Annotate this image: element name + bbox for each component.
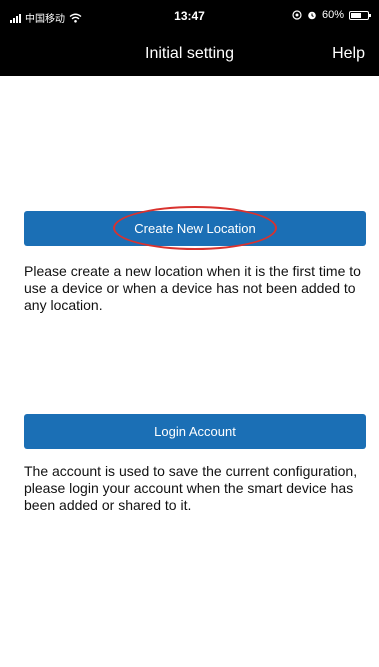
create-location-description: Please create a new location when it is … xyxy=(24,263,361,313)
battery-icon xyxy=(349,10,371,20)
status-right: 60% xyxy=(292,9,371,21)
battery-level xyxy=(351,12,361,18)
create-new-location-button[interactable]: Create New Location xyxy=(24,211,366,246)
nav-bar: Initial setting Help xyxy=(0,34,379,76)
help-button[interactable]: Help xyxy=(332,45,365,63)
initial-setting-screen: 中国移动 13:47 60% Initial setting Help Crea… xyxy=(0,0,379,667)
status-bar: 中国移动 13:47 60% xyxy=(0,0,379,34)
battery-percent: 60% xyxy=(321,9,344,21)
login-account-description: The account is used to save the current … xyxy=(24,463,358,513)
alarm-icon xyxy=(308,11,316,20)
page-title: Initial setting xyxy=(145,45,234,62)
location-icon xyxy=(292,10,302,20)
login-account-button[interactable]: Login Account xyxy=(24,414,366,449)
